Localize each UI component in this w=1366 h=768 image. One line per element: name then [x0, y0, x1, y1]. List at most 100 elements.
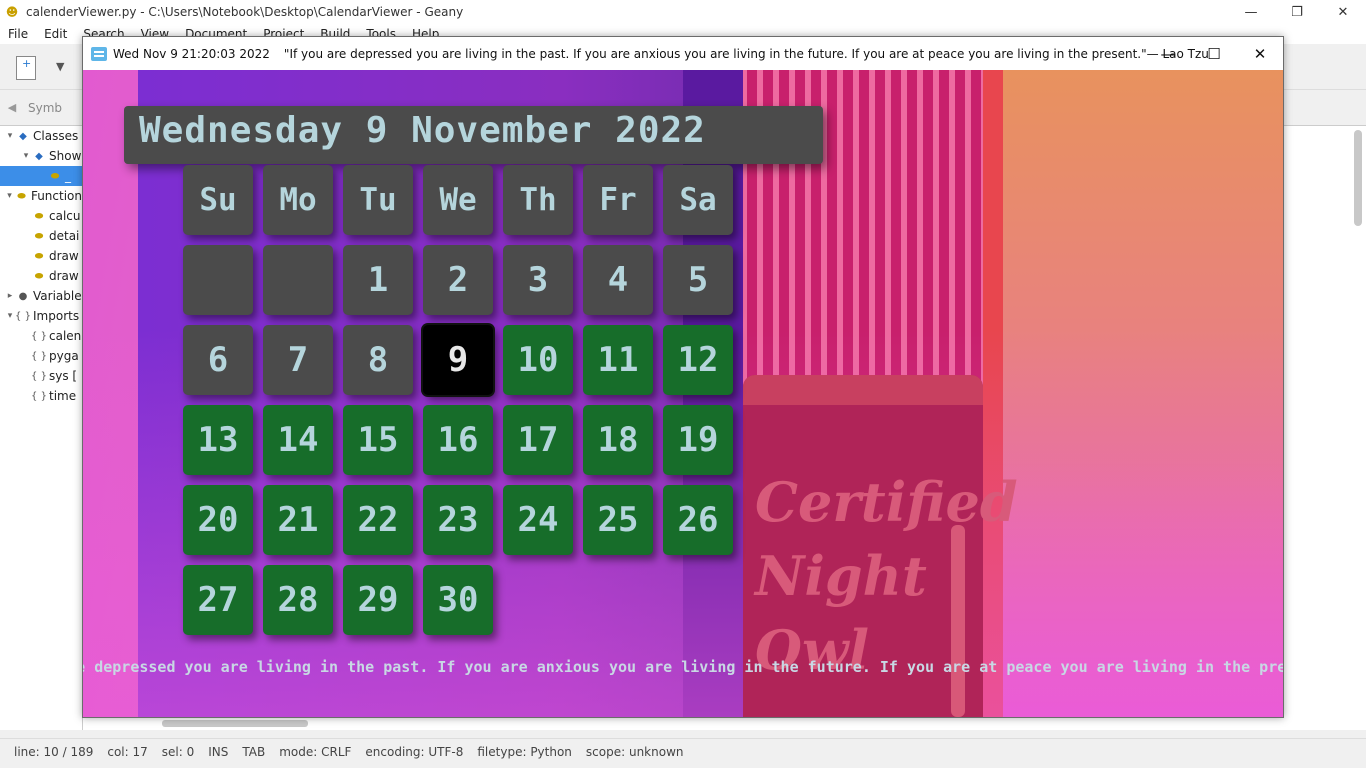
weekday-header: Fr	[583, 165, 653, 235]
vertical-scrollbar[interactable]	[1354, 130, 1362, 226]
expander-icon[interactable]: ▸	[4, 291, 16, 301]
tree-item-label: pyga	[49, 349, 79, 363]
day-cell[interactable]: 6	[183, 325, 253, 395]
tree-item[interactable]: { } pyga	[0, 346, 82, 366]
tree-item-label: _	[65, 169, 71, 183]
menu-file[interactable]: File	[0, 27, 36, 41]
close-icon[interactable]: ✕	[1320, 0, 1366, 24]
day-cell[interactable]: 29	[343, 565, 413, 635]
day-cell[interactable]: 11	[583, 325, 653, 395]
day-cell[interactable]: 25	[583, 485, 653, 555]
horizontal-scrollbar[interactable]	[162, 720, 308, 727]
editor-tab-bar	[1284, 90, 1366, 126]
chevron-down-icon[interactable]: ▼	[56, 60, 64, 73]
day-cell[interactable]: 18	[583, 405, 653, 475]
day-cell[interactable]: 4	[583, 245, 653, 315]
tree-item[interactable]: ▾ ◆ Classes	[0, 126, 82, 146]
tree-item-label: Show	[49, 149, 82, 163]
day-cell[interactable]: 26	[663, 485, 733, 555]
symbol-tree: ▾ ◆ Classes ▾ ◆ Show ⬬ _ ▾ ⬬ Function ⬬ calcu ⬬ detai ⬬…	[0, 126, 82, 406]
class-icon: ◆	[19, 130, 27, 142]
day-cell[interactable]: 12	[663, 325, 733, 395]
tree-item-label: time	[49, 389, 77, 403]
tree-item[interactable]: ⬬ draw	[0, 246, 82, 266]
menu-edit[interactable]: Edit	[36, 27, 75, 41]
maximize-icon[interactable]: ☐	[1191, 37, 1237, 70]
minimize-icon[interactable]: —	[1228, 0, 1274, 24]
function-icon: ⬬	[34, 230, 44, 242]
tree-item-label: draw	[49, 269, 79, 283]
day-cell[interactable]: 23	[423, 485, 493, 555]
expander-icon[interactable]: ▾	[4, 191, 15, 201]
calendar-grid: Su Mo Tu We Th Fr Sa 1 2 3 4 5 6 7 8 9 10 11 12 13 14 15 16 17 1…	[183, 165, 737, 640]
calendar-title-bar: Wed Nov 9 21:20:03 2022 "If you are depr…	[83, 37, 1283, 70]
day-cell[interactable]: 8	[343, 325, 413, 395]
function-icon: ⬬	[34, 270, 44, 282]
date-header-text: Wednesday 9 November 2022	[139, 110, 706, 151]
day-cell[interactable]: 14	[263, 405, 333, 475]
import-icon: { }	[31, 390, 47, 402]
weekday-header: Sa	[663, 165, 733, 235]
tree-item[interactable]: ⬬ detai	[0, 226, 82, 246]
day-cell[interactable]: 19	[663, 405, 733, 475]
status-encoding: encoding: UTF-8	[365, 744, 464, 759]
import-icon: { }	[31, 370, 47, 382]
weekday-header: Mo	[263, 165, 333, 235]
book-text-line-2: Night	[755, 544, 927, 608]
tree-item[interactable]: ⬬ calcu	[0, 206, 82, 226]
day-cell[interactable]: 22	[343, 485, 413, 555]
new-file-icon[interactable]	[16, 56, 36, 80]
day-cell[interactable]: 1	[343, 245, 413, 315]
status-ins: INS	[208, 744, 229, 759]
day-cell[interactable]: 24	[503, 485, 573, 555]
tree-item-label: draw	[49, 249, 79, 263]
day-cell[interactable]: 7	[263, 325, 333, 395]
chevron-left-icon[interactable]: ◀	[0, 101, 24, 114]
title-quote: "If you are depressed you are living in …	[283, 46, 1209, 61]
day-cell[interactable]: 16	[423, 405, 493, 475]
status-filetype: filetype: Python	[477, 744, 572, 759]
status-sel: sel: 0	[161, 744, 195, 759]
day-cell[interactable]: 10	[503, 325, 573, 395]
variable-icon: ●	[18, 290, 28, 302]
day-cell[interactable]: 28	[263, 565, 333, 635]
tree-item[interactable]: ▾ ⬬ Function	[0, 186, 82, 206]
day-cell[interactable]: 3	[503, 245, 573, 315]
day-cell[interactable]: 30	[423, 565, 493, 635]
expander-icon[interactable]: ▾	[4, 131, 16, 141]
import-icon: { }	[15, 310, 31, 322]
day-cell[interactable]: 20	[183, 485, 253, 555]
weekday-header: Th	[503, 165, 573, 235]
import-icon: { }	[31, 330, 47, 342]
editor-right-area	[1284, 90, 1366, 730]
close-icon[interactable]: ✕	[1237, 37, 1283, 70]
status-scope: scope: unknown	[585, 744, 684, 759]
geany-title-bar: ☻ calenderViewer.py - C:\Users\Notebook\…	[0, 0, 1366, 24]
day-cell[interactable]: 17	[503, 405, 573, 475]
day-cell[interactable]: 13	[183, 405, 253, 475]
tree-item[interactable]: ▾ ◆ Show	[0, 146, 82, 166]
tree-item[interactable]: ▾{ } Imports	[0, 306, 82, 326]
geany-app-icon: ☻	[5, 5, 19, 19]
tree-item[interactable]: ⬬ draw	[0, 266, 82, 286]
day-cell[interactable]: 27	[183, 565, 253, 635]
tree-item[interactable]: ▸ ● Variable	[0, 286, 82, 306]
calendar-window-controls: — ☐ ✕	[1145, 37, 1283, 70]
day-cell[interactable]: 5	[663, 245, 733, 315]
geany-window-controls: — ❐ ✕	[1228, 0, 1366, 24]
minimize-icon[interactable]: —	[1145, 37, 1191, 70]
status-line: line: 10 / 189	[14, 744, 94, 759]
day-cell[interactable]: 15	[343, 405, 413, 475]
today-day-cell[interactable]: 9	[423, 325, 493, 395]
day-cell[interactable]: 2	[423, 245, 493, 315]
tree-item[interactable]: { } calen	[0, 326, 82, 346]
tab-symbols[interactable]: Symb	[24, 101, 66, 115]
tree-item[interactable]: { } sys [	[0, 366, 82, 386]
tree-item-label: Imports	[33, 309, 80, 323]
day-cell[interactable]: 21	[263, 485, 333, 555]
tree-item[interactable]: { } time	[0, 386, 82, 406]
restore-icon[interactable]: ❐	[1274, 0, 1320, 24]
tree-item[interactable]: ⬬ _	[0, 166, 82, 186]
expander-icon[interactable]: ▾	[20, 151, 32, 161]
calendar-canvas: Certified Night Owl Wednesday 9 November…	[83, 70, 1283, 717]
